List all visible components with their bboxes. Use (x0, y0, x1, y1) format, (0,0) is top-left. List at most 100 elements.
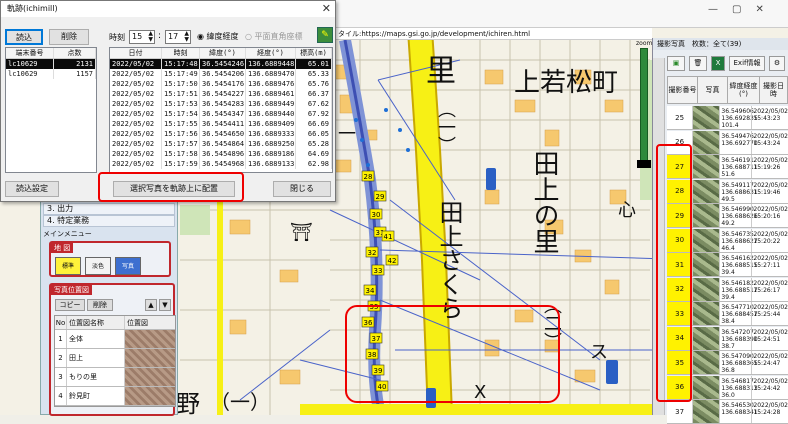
photo-datetime: 2022/05/02 15:43:23 (751, 106, 788, 129)
track-row[interactable]: 2022/05/02 15:17:48 36.5454246 136.6889448 6… (110, 59, 332, 69)
photo-lat: 36.549117 (721, 181, 754, 189)
photo-date: 2022/05/02 (753, 304, 788, 311)
photo-time: 15:24:51 (753, 335, 781, 343)
copy-button[interactable]: コピー (55, 299, 85, 311)
window-controls[interactable]: —▢✕ (708, 4, 784, 16)
photo-lon: 136.688515 (721, 262, 758, 269)
close-icon[interactable]: ✕ (322, 2, 331, 16)
add-icon[interactable]: ▣ (667, 56, 685, 71)
map-type-photo[interactable]: 写真 (115, 257, 141, 275)
route-marker-label: 28 (364, 173, 373, 181)
photo-datetime: 2022/05/02 15:24:28 (751, 400, 788, 423)
zoom-slider-handle[interactable] (637, 160, 651, 168)
main-menu-label: メインメニュー (43, 230, 92, 238)
map-type-standard[interactable]: 標準 (55, 257, 81, 275)
photo-ele: 38.4 (721, 318, 735, 325)
menu-item-special[interactable]: 4. 特定業務 (43, 215, 175, 227)
track-row[interactable]: 2022/05/02 15:17:51 36.5454227 136.6889461 6… (110, 89, 332, 99)
up-arrow-icon[interactable]: ▲ (145, 299, 157, 311)
track-cell: 15:17:49 (162, 69, 200, 79)
table-row[interactable]: 2 田上 (55, 349, 175, 368)
table-row[interactable]: 4 鈴見町 (55, 387, 175, 406)
photo-datetime: 2022/05/02 15:24:42 (751, 375, 788, 399)
photo-time: 15:27:11 (753, 262, 781, 269)
photo-time: 15:43:24 (753, 139, 781, 147)
menu-item-output[interactable]: 3. 出力 (43, 203, 175, 215)
photo-row[interactable]: 25 36.549606 136.692835 101.4 2022/05/02 15:4… (667, 106, 788, 130)
photo-lon: 136.688365 (721, 360, 758, 367)
down-arrow-icon[interactable]: ▼ (159, 299, 171, 311)
track-cell: 67.92 (296, 109, 332, 119)
minute-value: 17 (168, 32, 179, 41)
track-row[interactable]: 2022/05/02 15:17:58 36.5454896 136.6889186 6… (110, 149, 332, 159)
settings-icon[interactable]: ⚙ (769, 56, 785, 71)
photo-lat: 36.547710 (721, 304, 754, 311)
photo-thumbnail (693, 155, 720, 178)
photo-lon: 136.688457 (721, 311, 758, 318)
photo-time: 15:20:16 (753, 213, 781, 220)
app-icon[interactable]: ✎ (317, 27, 333, 43)
photo-date: 2022/05/02 (753, 108, 788, 115)
track-row[interactable]: 2022/05/02 15:17:57 36.5454864 136.6889250 6… (110, 139, 332, 149)
track-row[interactable]: 2022/05/02 15:17:59 36.5454968 136.6889133 6… (110, 159, 332, 169)
track-row[interactable]: 2022/05/02 15:17:49 36.5454206 136.6889470 6… (110, 69, 332, 79)
radio-latlon[interactable]: ◉ 緯度経度 (197, 31, 239, 42)
map-label: ス (590, 342, 608, 363)
track-cell: 136.6889440 (248, 109, 296, 119)
dialog-title: 軌跡(ichimill) (1, 1, 335, 17)
table-row[interactable]: 3 もりの里 (55, 368, 175, 387)
track-cell: 65.01 (296, 59, 332, 69)
photo-lat: 36.546530 (721, 402, 754, 409)
device-row[interactable]: lc10629 1157 (6, 69, 96, 79)
trash-icon[interactable]: 🗑 (689, 56, 707, 71)
thumbnail (125, 368, 175, 386)
delete-button[interactable]: 削除 (87, 299, 113, 311)
minute-stepper[interactable]: 17 ▲ ▼ (165, 30, 191, 44)
browser-url-bar[interactable]: タイル:https://maps.gsi.go.jp/development/i… (336, 28, 652, 40)
map-type-pale[interactable]: 淡色 (85, 257, 111, 275)
photo-ele: 38.7 (721, 342, 735, 350)
photo-lon: 136.688313 (721, 384, 758, 392)
photo-lon: 136.692770 (721, 139, 758, 147)
track-cell: 2022/05/02 (110, 149, 162, 159)
thumbnail (125, 330, 175, 348)
load-button[interactable]: 読込 (5, 29, 43, 45)
table-row[interactable]: 1 全体 (55, 330, 175, 349)
delete-track-button[interactable]: 削除 (49, 29, 89, 45)
hour-stepper[interactable]: 15 ▲ ▼ (129, 30, 155, 44)
route-marker-label: 30 (372, 211, 381, 219)
photo-ele: 36.8 (721, 367, 735, 374)
close-button[interactable]: 閉じる (273, 181, 331, 197)
photo-ele: 101.4 (721, 122, 739, 129)
photo-time: 15:43:23 (753, 115, 781, 122)
track-row[interactable]: 2022/05/02 15:17:50 36.5454176 136.6889476 6… (110, 79, 332, 89)
track-row[interactable]: 2022/05/02 15:17:54 36.5454347 136.6889440 6… (110, 109, 332, 119)
track-cell: 2022/05/02 (110, 99, 162, 109)
photo-thumbnail (693, 400, 720, 423)
photo-number: 25 (667, 106, 694, 129)
photo-date: 2022/05/02 (753, 279, 788, 287)
photo-latlon: 36.546182 136.688517 39.4 (719, 277, 758, 301)
photo-thumbnail (693, 351, 720, 374)
track-row[interactable]: 2022/05/02 15:17:53 36.5454283 136.6889449 6… (110, 99, 332, 109)
track-row[interactable]: 2022/05/02 15:17:55 36.5454411 136.6889409 6… (110, 119, 332, 129)
track-cell: 15:17:58 (162, 149, 200, 159)
radio-plane[interactable]: ○ 平面直角座標 (245, 31, 303, 42)
map-label: 田上さくら (435, 200, 463, 320)
device-row[interactable]: lc10629 2131 (6, 59, 96, 69)
route-marker-label: 34 (366, 287, 375, 295)
exif-button[interactable]: Exif情報 (729, 56, 765, 71)
map-label: 里 (426, 54, 456, 89)
track-cell: 136.6889461 (248, 89, 296, 99)
track-cell: 2022/05/02 (110, 159, 162, 169)
table-header: No 位置図名称 位置図 (55, 316, 175, 330)
excel-icon[interactable]: X (711, 56, 725, 71)
track-row[interactable]: 2022/05/02 15:17:56 36.5454650 136.6889333 6… (110, 129, 332, 139)
read-settings-button[interactable]: 読込設定 (5, 181, 59, 197)
map-label: 野 (176, 390, 200, 415)
photo-thumbnail (693, 228, 720, 252)
photo-row[interactable]: 37 36.546530 136.688341 2022/05/02 15:24:28 (667, 400, 788, 424)
zoom-slider[interactable] (640, 48, 648, 168)
photo-lon: 136.688627 (721, 237, 758, 245)
highlight-box-map-route (345, 305, 560, 403)
